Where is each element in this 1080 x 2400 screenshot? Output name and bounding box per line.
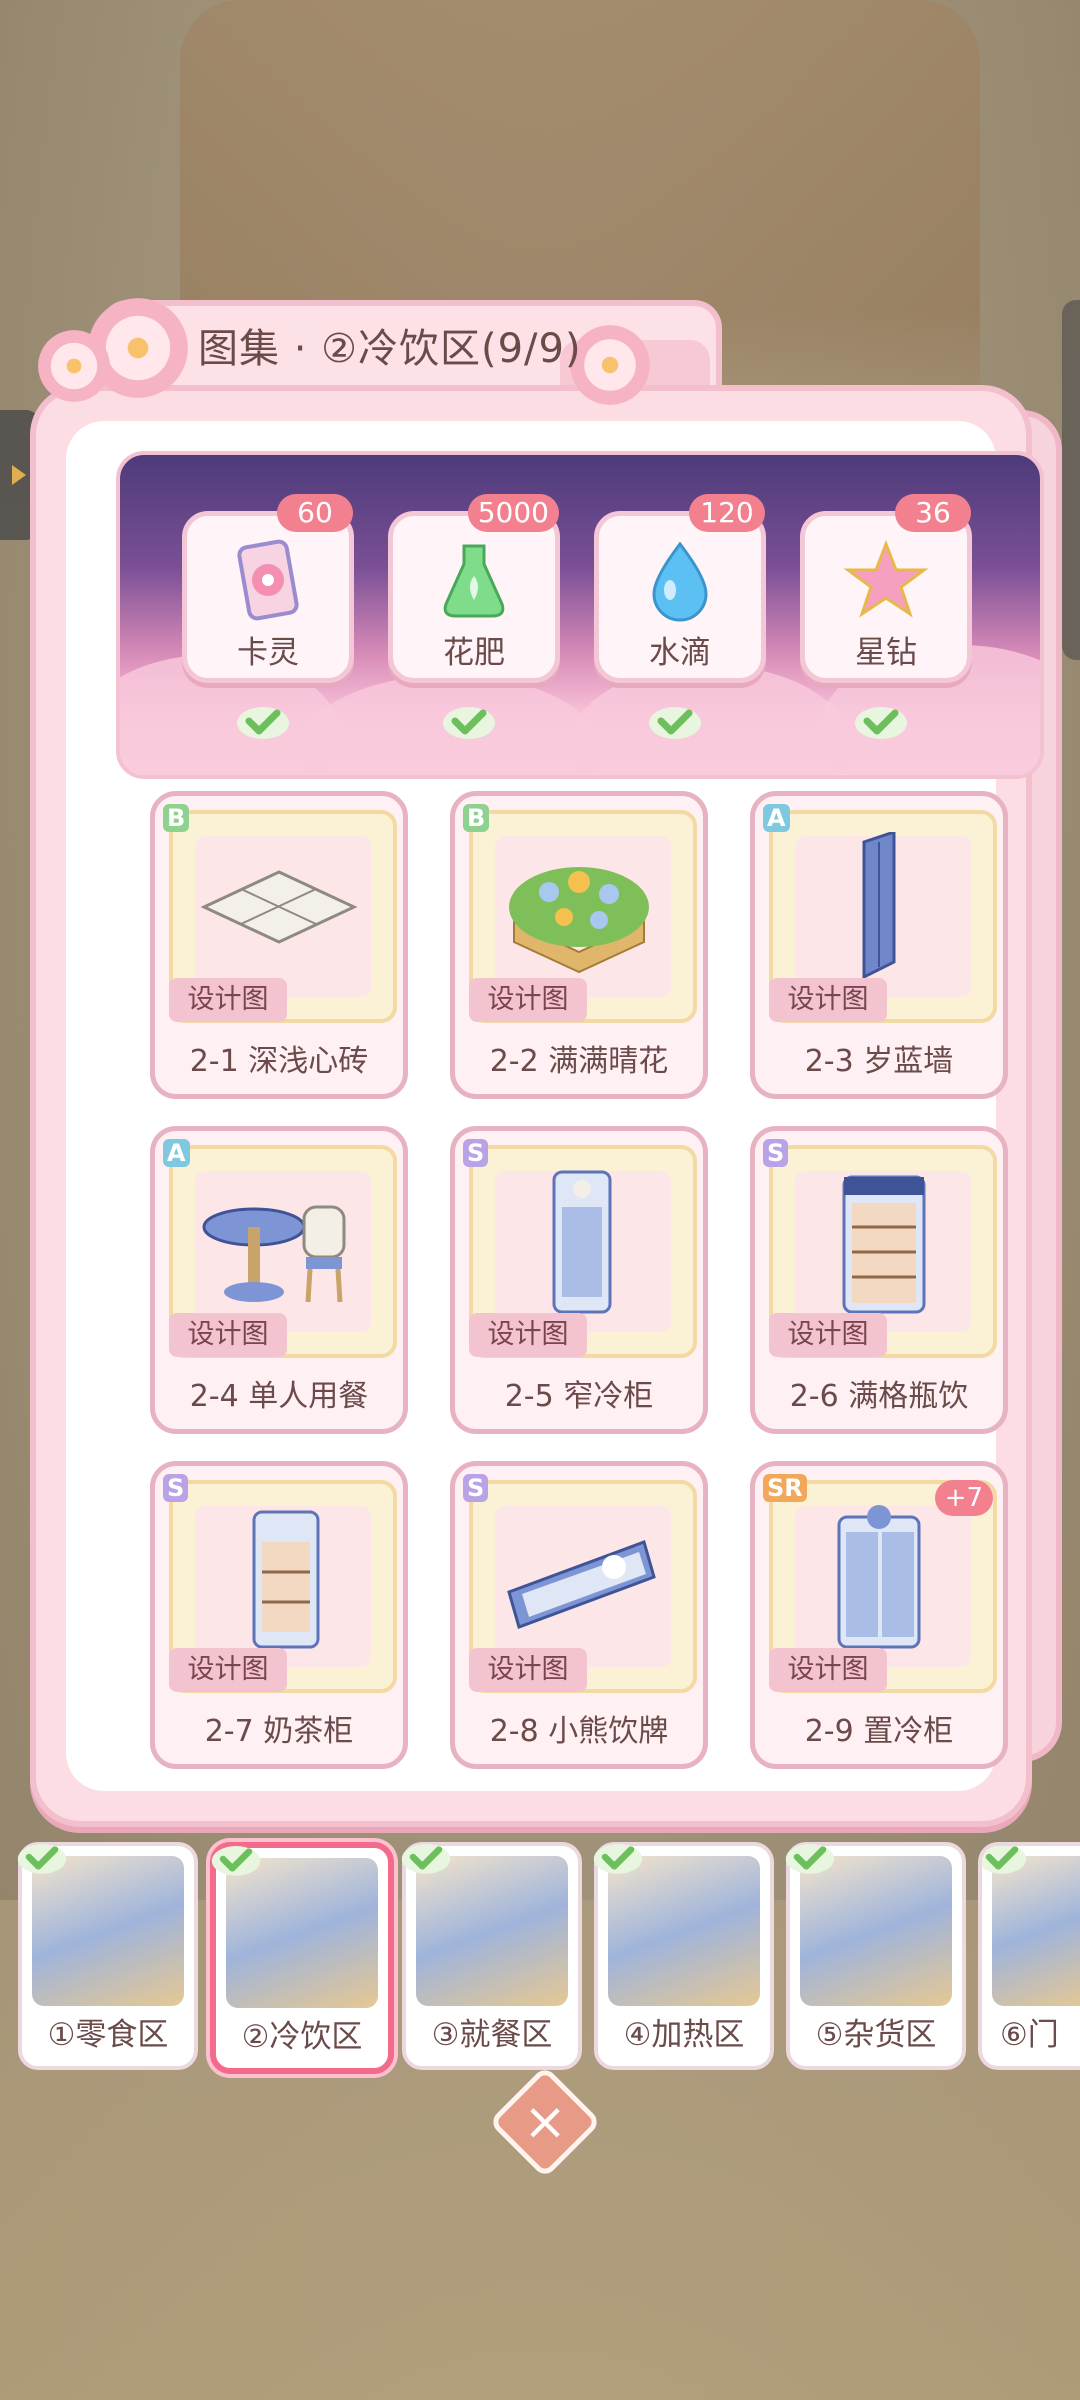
water-drop-icon [652,541,708,622]
reward-water-drop[interactable]: 水滴 120 [594,494,766,683]
area-name: ⑥门 [1000,2017,1059,2053]
area-tab-door[interactable]: ⑥门 [978,1842,1080,2070]
area-tab-snack[interactable]: ①零食区 [17,1842,198,2070]
display-fridge-icon [837,1505,921,1649]
right-side-tab [1062,300,1080,660]
area-name: ②冷饮区 [241,2019,363,2055]
bear-drink-sign-icon [507,1540,656,1629]
card-spirit-icon [237,539,299,621]
album-panel-inner: 卡灵 60 花肥 5000 水滴 120 星钻 36 B 设计图 2-1 深浅心… [66,421,1044,1791]
item-card-2-8[interactable]: S 设计图 2-8 小熊饮牌 [450,1461,708,1769]
design-tag: 设计图 [169,1648,287,1692]
area-name: ①零食区 [47,2017,169,2053]
item-card-2-1[interactable]: B 设计图 2-1 深浅心砖 [150,791,408,1099]
check-icon [853,701,909,741]
item-card-2-7[interactable]: S 设计图 2-7 奶茶柜 [150,1461,408,1769]
dining-table-icon [202,1205,346,1303]
area-thumbnail [992,1856,1080,2006]
bottle-cooler-icon [842,1175,926,1314]
area-thumbnail [608,1856,760,2006]
item-label: 2-2 满满晴花 [489,1044,669,1079]
flower-bed-icon [509,867,649,974]
area-tab-grocery[interactable]: ⑤杂货区 [785,1842,966,2070]
rarity-badge: B [163,804,190,832]
narrow-fridge-icon [552,1170,612,1314]
area-name: ⑤杂货区 [815,2017,937,2053]
rarity-badge: S [463,1474,489,1502]
reward-banner: 卡灵 60 花肥 5000 水滴 120 星钻 36 [116,451,1044,779]
rarity-badge: A [163,1139,190,1167]
item-label: 2-5 窄冷柜 [504,1379,654,1414]
item-label: 2-4 单人用餐 [189,1379,369,1414]
area-tab-heating[interactable]: ④加热区 [593,1842,774,2070]
item-card-2-3[interactable]: A 设计图 2-3 岁蓝墙 [750,791,1008,1099]
item-label: 2-6 满格瓶饮 [789,1379,969,1414]
item-card-2-4[interactable]: A 设计图 2-4 单人用餐 [150,1126,408,1434]
rarity-badge: SR [763,1474,807,1502]
design-tag: 设计图 [469,1648,587,1692]
reward-count: 60 [277,494,353,532]
area-thumbnail [800,1856,952,2006]
area-name: ③就餐区 [431,2017,553,2053]
check-icon [17,1844,67,1874]
reward-fertilizer[interactable]: 花肥 5000 [388,494,560,683]
rarity-badge: S [763,1139,789,1167]
rarity-badge: S [163,1474,189,1502]
item-card-2-2[interactable]: B 设计图 2-2 满满晴花 [450,791,708,1099]
item-label: 2-3 岁蓝墙 [804,1044,954,1079]
rarity-badge: B [463,804,490,832]
area-name: ④加热区 [623,2017,745,2053]
item-card-2-9[interactable]: SR +7 设计图 2-9 置冷柜 [750,1461,1008,1769]
check-icon [982,1846,1027,1874]
area-tab-cold-drinks[interactable]: ②冷饮区 [210,1842,394,2074]
reward-star-diamond[interactable]: 星钻 36 [800,494,972,683]
design-tag: 设计图 [169,978,287,1022]
area-thumbnail [416,1856,568,2006]
item-label: 2-9 置冷柜 [804,1714,954,1749]
design-tag: 设计图 [469,978,587,1022]
reward-name: 花肥 [443,635,505,671]
floor-tile-icon [200,870,358,944]
star-diamond-icon [844,539,928,618]
design-tag: 设计图 [769,1648,887,1692]
check-icon [593,1844,643,1874]
close-icon: × [523,2092,567,2152]
flower-decoration [38,330,110,402]
reward-count: 5000 [467,494,559,532]
blue-wall-icon [862,832,896,980]
flower-decoration [570,325,650,405]
album-title: 图集 · ②冷饮区(9/9) [198,326,582,372]
item-card-2-6[interactable]: S 设计图 2-6 满格瓶饮 [750,1126,1008,1434]
rarity-badge: S [463,1139,489,1167]
reward-count: 36 [895,494,971,532]
check-icon [235,701,291,741]
reward-name: 星钻 [855,635,917,671]
reward-count: 120 [689,494,765,532]
check-icon [647,701,703,741]
album-panel: 卡灵 60 花肥 5000 水滴 120 星钻 36 B 设计图 2-1 深浅心… [30,385,1044,1827]
fertilizer-flask-icon [443,544,505,618]
area-thumbnail [226,1858,378,2008]
item-label: 2-1 深浅心砖 [189,1044,369,1079]
design-tag: 设计图 [169,1313,287,1357]
design-tag: 设计图 [769,1313,887,1357]
check-icon [785,1844,835,1874]
item-label: 2-8 小熊饮牌 [489,1714,669,1749]
reward-name: 卡灵 [237,635,299,671]
milk-tea-cabinet-icon [252,1510,320,1649]
reward-name: 水滴 [649,635,711,671]
item-label: 2-7 奶茶柜 [204,1714,354,1749]
item-card-2-5[interactable]: S 设计图 2-5 窄冷柜 [450,1126,708,1434]
check-icon [401,1844,451,1874]
area-thumbnail [32,1856,184,2006]
reward-card-spirit[interactable]: 卡灵 60 [182,494,354,683]
check-icon [441,701,497,741]
check-icon [211,1846,261,1876]
design-tag: 设计图 [769,978,887,1022]
design-tag: 设计图 [469,1313,587,1357]
extra-count-badge: +7 [934,1480,993,1516]
rarity-badge: A [763,804,790,832]
area-tab-dining[interactable]: ③就餐区 [401,1842,582,2070]
